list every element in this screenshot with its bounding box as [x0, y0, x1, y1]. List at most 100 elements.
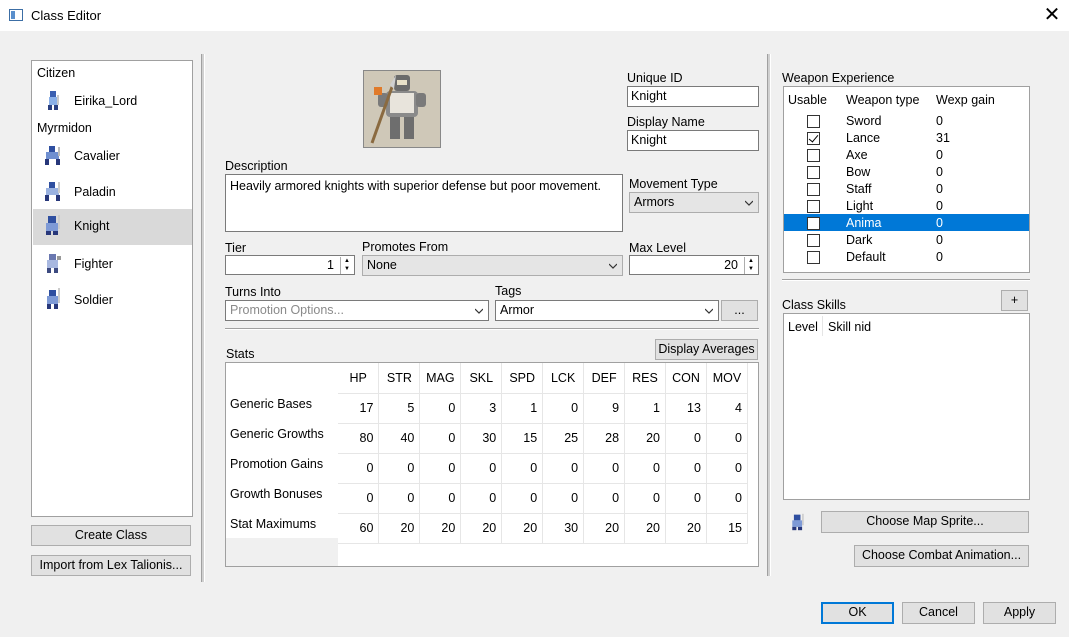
usable-checkbox[interactable] — [807, 114, 820, 128]
spin-down-icon[interactable]: ▼ — [341, 265, 353, 273]
stat-column-header[interactable]: DEF — [583, 363, 626, 394]
stat-cell[interactable]: 4 — [706, 393, 749, 424]
usable-checkbox[interactable] — [807, 199, 820, 213]
weapon-row[interactable]: Lance 31 — [784, 129, 1029, 146]
choose-combat-animation-button[interactable]: Choose Combat Animation... — [854, 545, 1029, 567]
stat-cell[interactable]: 13 — [665, 393, 707, 424]
stat-cell[interactable]: 0 — [624, 483, 666, 514]
weapon-row[interactable]: Staff 0 — [784, 180, 1029, 197]
wexp-header-gain[interactable]: Wexp gain — [936, 93, 995, 107]
stat-cell[interactable]: 0 — [419, 393, 462, 424]
wexp-gain[interactable]: 0 — [936, 146, 1029, 163]
max-level-spinner[interactable]: ▲ ▼ — [744, 257, 757, 274]
stat-cell[interactable]: 15 — [501, 423, 544, 454]
stat-cell[interactable]: 25 — [542, 423, 585, 454]
stat-cell[interactable]: 20 — [665, 513, 707, 544]
class-skills-table[interactable]: Level Skill nid — [783, 313, 1030, 500]
stat-cell[interactable]: 0 — [501, 483, 544, 514]
wexp-gain[interactable]: 31 — [936, 129, 1029, 146]
stat-cell[interactable]: 0 — [378, 453, 421, 484]
wexp-gain[interactable]: 0 — [936, 163, 1029, 180]
stat-cell[interactable]: 20 — [624, 423, 666, 454]
stats-table[interactable]: Generic Bases Generic Growths Promotion … — [225, 362, 759, 567]
stat-cell[interactable]: 0 — [338, 453, 380, 484]
stat-cell[interactable]: 9 — [583, 393, 626, 424]
stat-cell[interactable]: 0 — [665, 483, 707, 514]
skills-header-nid[interactable]: Skill nid — [828, 320, 871, 334]
weapon-row[interactable]: Axe 0 — [784, 146, 1029, 163]
stat-cell[interactable]: 0 — [542, 453, 585, 484]
display-name-field[interactable]: Knight — [627, 130, 759, 151]
class-item-eirika-lord[interactable]: Eirika_Lord — [33, 84, 192, 118]
stat-cell[interactable]: 20 — [460, 513, 503, 544]
weapon-row[interactable]: Sword 0 — [784, 112, 1029, 129]
stat-cell[interactable]: 0 — [338, 483, 380, 514]
ok-button[interactable]: OK — [821, 602, 894, 624]
stat-cell[interactable]: 80 — [338, 423, 380, 454]
tags-more-button[interactable]: ... — [721, 300, 758, 321]
usable-checkbox[interactable] — [807, 182, 820, 196]
wexp-header-usable[interactable]: Usable — [788, 93, 827, 107]
stat-column-header[interactable]: STR — [378, 363, 421, 394]
usable-checkbox[interactable] — [807, 250, 820, 264]
stat-column-header[interactable]: SPD — [501, 363, 544, 394]
wexp-gain[interactable]: 0 — [936, 180, 1029, 197]
weapon-row[interactable]: Light 0 — [784, 197, 1029, 214]
stat-cell[interactable]: 0 — [706, 453, 749, 484]
wexp-header-type[interactable]: Weapon type — [846, 93, 919, 107]
stat-cell[interactable]: 20 — [419, 513, 462, 544]
stat-cell[interactable]: 0 — [542, 393, 585, 424]
stat-cell[interactable]: 30 — [460, 423, 503, 454]
create-class-button[interactable]: Create Class — [31, 525, 191, 546]
wexp-gain[interactable]: 0 — [936, 214, 1029, 231]
class-item-soldier[interactable]: Soldier — [33, 283, 192, 317]
promotes-from-select[interactable]: None — [362, 255, 623, 276]
stat-column-header[interactable]: MAG — [419, 363, 462, 394]
display-averages-button[interactable]: Display Averages — [655, 339, 758, 360]
class-portrait[interactable] — [363, 70, 441, 148]
stat-cell[interactable]: 0 — [583, 453, 626, 484]
stat-cell[interactable]: 0 — [419, 483, 462, 514]
weapon-row[interactable]: Dark 0 — [784, 231, 1029, 248]
choose-map-sprite-button[interactable]: Choose Map Sprite... — [821, 511, 1029, 533]
stat-cell[interactable]: 0 — [460, 453, 503, 484]
weapon-row[interactable]: Bow 0 — [784, 163, 1029, 180]
stat-column-header[interactable]: HP — [338, 363, 380, 394]
stat-cell[interactable]: 0 — [419, 453, 462, 484]
stat-cell[interactable]: 20 — [501, 513, 544, 544]
stat-cell[interactable]: 28 — [583, 423, 626, 454]
stat-cell[interactable]: 3 — [460, 393, 503, 424]
stat-cell[interactable]: 5 — [378, 393, 421, 424]
stat-cell[interactable]: 0 — [706, 483, 749, 514]
class-item-paladin[interactable]: Paladin — [33, 175, 192, 209]
movement-type-select[interactable]: Armors — [629, 192, 759, 213]
stat-column-header[interactable]: MOV — [706, 363, 749, 394]
class-item-fighter[interactable]: Fighter — [33, 247, 192, 281]
stat-cell[interactable]: 0 — [583, 483, 626, 514]
class-list[interactable]: Citizen Eirika_Lord Myrmidon Cavalier Pa… — [31, 60, 193, 517]
max-level-field[interactable]: 20 ▲ ▼ — [629, 255, 759, 275]
usable-checkbox[interactable] — [807, 148, 820, 162]
unique-id-field[interactable]: Knight — [627, 86, 759, 107]
stat-cell[interactable]: 1 — [624, 393, 666, 424]
usable-checkbox[interactable] — [807, 216, 820, 230]
wexp-gain[interactable]: 0 — [936, 112, 1029, 129]
add-skill-button[interactable]: + — [1001, 290, 1028, 311]
stat-cell[interactable]: 40 — [378, 423, 421, 454]
usable-checkbox[interactable] — [807, 165, 820, 179]
splitter-left[interactable] — [201, 54, 205, 582]
splitter-right[interactable] — [767, 54, 771, 576]
stats-grid[interactable]: HP STR MAG SKL SPD LCK DEF RES CON MOV 1… — [338, 363, 749, 544]
skills-header-level[interactable]: Level — [788, 320, 818, 334]
turns-into-select[interactable]: Promotion Options... — [225, 300, 489, 321]
wexp-gain[interactable]: 0 — [936, 231, 1029, 248]
stat-cell[interactable]: 0 — [706, 423, 749, 454]
stat-cell[interactable]: 0 — [624, 453, 666, 484]
weapon-experience-table[interactable]: Usable Weapon type Wexp gain Sword 0 Lanc… — [783, 86, 1030, 273]
stat-column-header[interactable]: RES — [624, 363, 666, 394]
stat-cell[interactable]: 0 — [665, 423, 707, 454]
close-icon[interactable]: ✕ — [1040, 3, 1064, 27]
apply-button[interactable]: Apply — [983, 602, 1056, 624]
stat-cell[interactable]: 1 — [501, 393, 544, 424]
stat-column-header[interactable]: LCK — [542, 363, 585, 394]
